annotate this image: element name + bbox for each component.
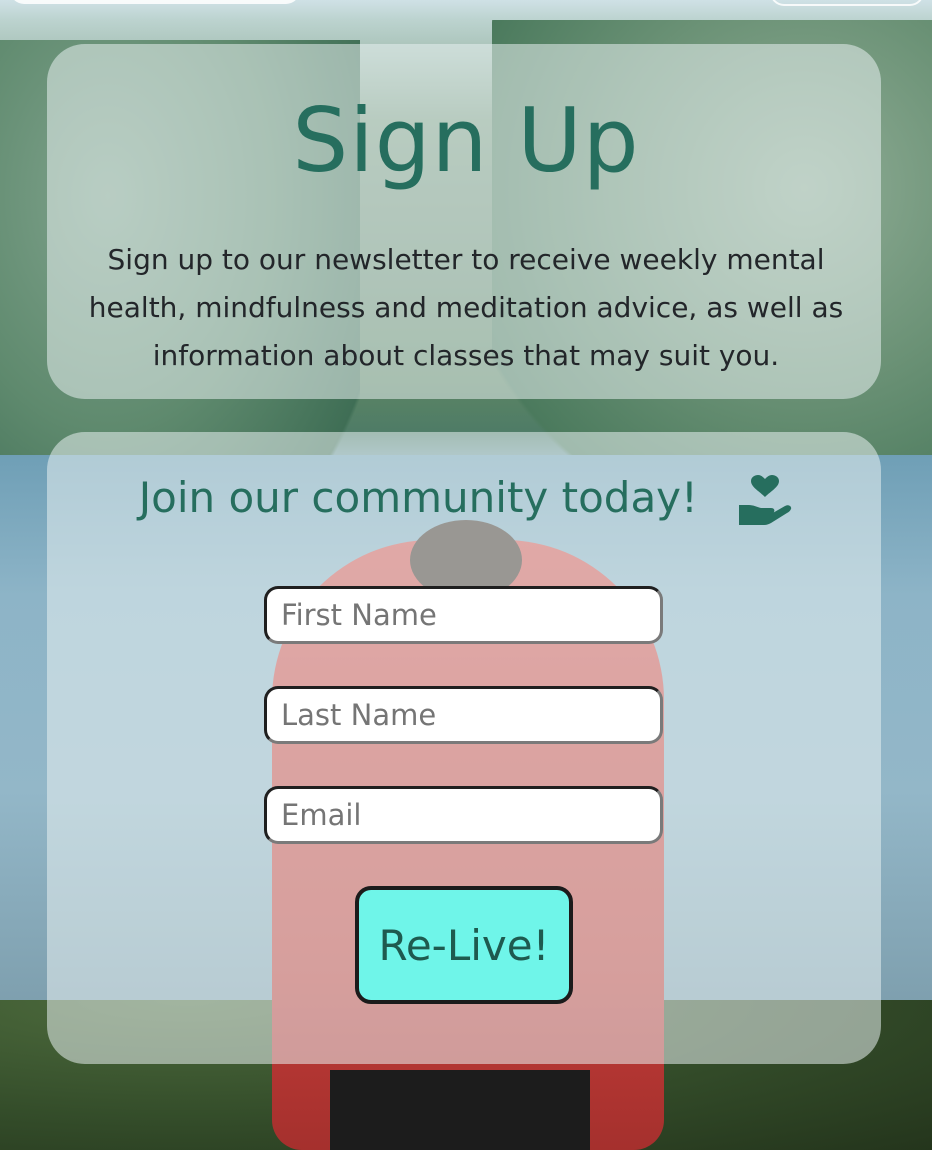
submit-button[interactable]: Re-Live! [355, 886, 573, 1004]
nav-element-right[interactable] [770, 0, 924, 6]
form-heading-text: Join our community today! [138, 473, 698, 522]
page-title: Sign Up [292, 89, 640, 192]
hiker-legs [330, 1070, 590, 1150]
email-input[interactable] [264, 786, 663, 844]
first-name-input[interactable] [264, 586, 663, 644]
nav-element-left[interactable] [10, 0, 300, 4]
last-name-input[interactable] [264, 686, 663, 744]
intro-text: Sign up to our newsletter to receive wee… [88, 243, 844, 372]
hand-holding-heart-icon [737, 474, 793, 527]
form-heading: Join our community today! [0, 470, 932, 527]
